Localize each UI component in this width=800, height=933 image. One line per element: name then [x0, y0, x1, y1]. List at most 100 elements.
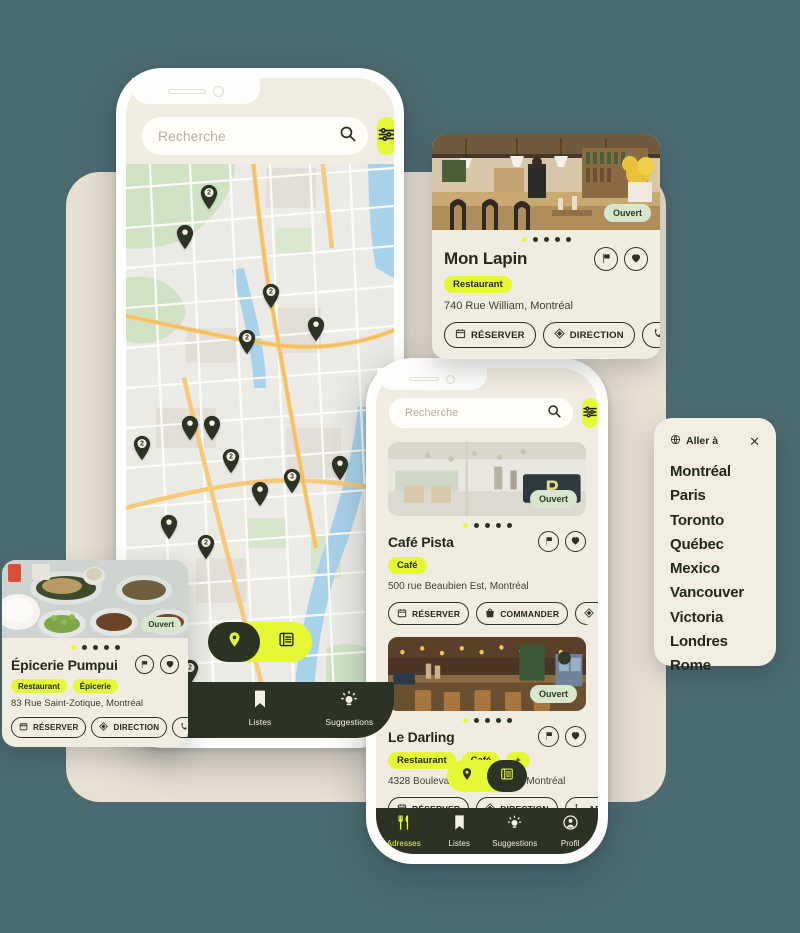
carousel-dot[interactable]	[506, 523, 512, 528]
nav-item-listes[interactable]: Listes	[432, 814, 488, 848]
call-button[interactable]: APPELER	[172, 717, 188, 738]
map-pin[interactable]	[180, 415, 200, 441]
carousel-dot[interactable]	[103, 645, 109, 650]
globe-icon	[670, 432, 681, 450]
city-item-rome[interactable]: Rome	[670, 654, 760, 678]
toggle-list-view[interactable]	[260, 622, 312, 662]
city-item-paris[interactable]: Paris	[670, 484, 760, 508]
nav-item-adresses[interactable]: Adresses	[376, 814, 432, 848]
map-pin[interactable]: 2	[221, 448, 241, 474]
carousel-dot[interactable]	[473, 718, 479, 723]
carousel-dot[interactable]	[495, 718, 501, 723]
map-pin[interactable]	[306, 316, 326, 342]
carousel-dot[interactable]	[473, 523, 479, 528]
nav-item-profil[interactable]: Profil	[543, 814, 599, 848]
call-button[interactable]: APPELER	[641, 322, 660, 348]
toggle-map-view[interactable]	[447, 760, 487, 792]
carousel-dot[interactable]	[565, 237, 571, 242]
carousel-dot[interactable]	[462, 718, 468, 723]
direction-button[interactable]: DIRECTION	[542, 322, 635, 348]
card-mon-lapin[interactable]: Ouvert Mon Lapin Restaurant 740 Rue Will…	[432, 134, 660, 359]
city-item-montral[interactable]: Montréal	[670, 460, 760, 484]
nav-item-suggestions[interactable]: Suggestions	[487, 814, 543, 848]
city-item-vancouver[interactable]: Vancouver	[670, 581, 760, 605]
map-pin[interactable]: 2	[199, 184, 219, 210]
filters-button[interactable]	[377, 117, 394, 155]
search-input[interactable]	[158, 128, 339, 144]
phone2-view-toggle[interactable]	[447, 760, 527, 792]
search-icon[interactable]	[547, 404, 561, 423]
city-item-mexico[interactable]: Mexico	[670, 557, 760, 581]
reserve-button[interactable]: RÉSERVER	[388, 602, 470, 625]
map-pin[interactable]	[202, 415, 222, 441]
carousel-dot[interactable]	[81, 645, 87, 650]
reserve-button[interactable]: RÉSERVER	[11, 717, 87, 738]
map-pin[interactable]: 2	[237, 329, 257, 355]
photo-carousel-dots[interactable]	[432, 230, 660, 245]
carousel-dot[interactable]	[70, 645, 76, 650]
card-epicerie-pumpui[interactable]: Ouvert Épicerie Pumpui Restaurant Épicer…	[2, 560, 188, 747]
order-button[interactable]: COMMANDER	[476, 602, 569, 625]
phone-mockup-list: P Ouvert Café Pista Café 500 rue Beaubie…	[366, 358, 608, 864]
flag-button[interactable]	[594, 247, 618, 271]
status-badge: Ouvert	[603, 204, 651, 222]
close-icon[interactable]: ✕	[749, 435, 760, 448]
flag-button[interactable]	[538, 726, 559, 747]
favorite-button[interactable]	[624, 247, 648, 271]
city-item-londres[interactable]: Londres	[670, 630, 760, 654]
carousel-dot[interactable]	[484, 718, 490, 723]
user-circle-icon	[562, 814, 579, 836]
city-item-qubec[interactable]: Québec	[670, 533, 760, 557]
carousel-dot[interactable]	[506, 718, 512, 723]
favorite-button[interactable]	[565, 531, 586, 552]
map-pin[interactable]	[250, 481, 270, 507]
direction-button[interactable]: DIRECTION	[575, 602, 598, 625]
tag[interactable]: Restaurant	[444, 276, 512, 293]
map-pin[interactable]: 2	[196, 534, 216, 560]
photo-carousel-dots[interactable]	[2, 638, 188, 653]
tag[interactable]: Café	[388, 557, 427, 574]
photo-carousel-dots[interactable]	[388, 516, 586, 531]
toggle-list-view[interactable]	[487, 760, 527, 792]
search-field-wrapper[interactable]	[142, 117, 368, 155]
carousel-dot[interactable]	[495, 523, 501, 528]
carousel-dot[interactable]	[114, 645, 120, 650]
city-item-victoria[interactable]: Victoria	[670, 606, 760, 630]
carousel-dot[interactable]	[462, 523, 468, 528]
city-item-toronto[interactable]: Toronto	[670, 509, 760, 533]
photo-carousel-dots[interactable]	[388, 711, 586, 726]
carousel-dot[interactable]	[543, 237, 549, 242]
map-pin[interactable]	[330, 455, 350, 481]
filters-button[interactable]	[582, 398, 598, 428]
flag-button[interactable]	[135, 655, 154, 674]
map-pin[interactable]	[159, 514, 179, 540]
map-pin[interactable]: 2	[261, 283, 281, 309]
search-icon[interactable]	[339, 125, 356, 147]
reserve-button[interactable]: RÉSERVER	[444, 322, 536, 348]
search-input[interactable]	[405, 407, 547, 419]
tag[interactable]: Restaurant	[388, 752, 456, 769]
search-field-wrapper[interactable]	[389, 398, 573, 428]
favorite-button[interactable]	[565, 726, 586, 747]
direction-button[interactable]: DIRECTION	[91, 717, 168, 738]
carousel-dot[interactable]	[521, 237, 527, 242]
map-pin[interactable]: 2	[132, 435, 152, 461]
carousel-dot[interactable]	[92, 645, 98, 650]
flag-button[interactable]	[538, 531, 559, 552]
nav-item-suggestions[interactable]: Suggestions	[305, 689, 394, 727]
status-badge: Ouvert	[141, 617, 181, 632]
tag[interactable]: Épicerie	[72, 679, 118, 693]
list-item-cafe-pista[interactable]: P Ouvert Café Pista Café 500 rue Beaubie…	[376, 434, 598, 625]
carousel-dot[interactable]	[484, 523, 490, 528]
phone1-view-toggle[interactable]	[208, 622, 312, 662]
map-pin[interactable]	[175, 224, 195, 250]
tag[interactable]: Restaurant	[11, 679, 67, 693]
carousel-dot[interactable]	[554, 237, 560, 242]
toggle-map-view[interactable]	[208, 622, 260, 662]
carousel-dot[interactable]	[532, 237, 538, 242]
favorite-button[interactable]	[160, 655, 179, 674]
phone-icon	[180, 722, 188, 733]
map-pin[interactable]: 3	[282, 468, 302, 494]
button-label: RÉSERVER	[33, 723, 79, 732]
nav-item-listes[interactable]: Listes	[215, 689, 304, 727]
